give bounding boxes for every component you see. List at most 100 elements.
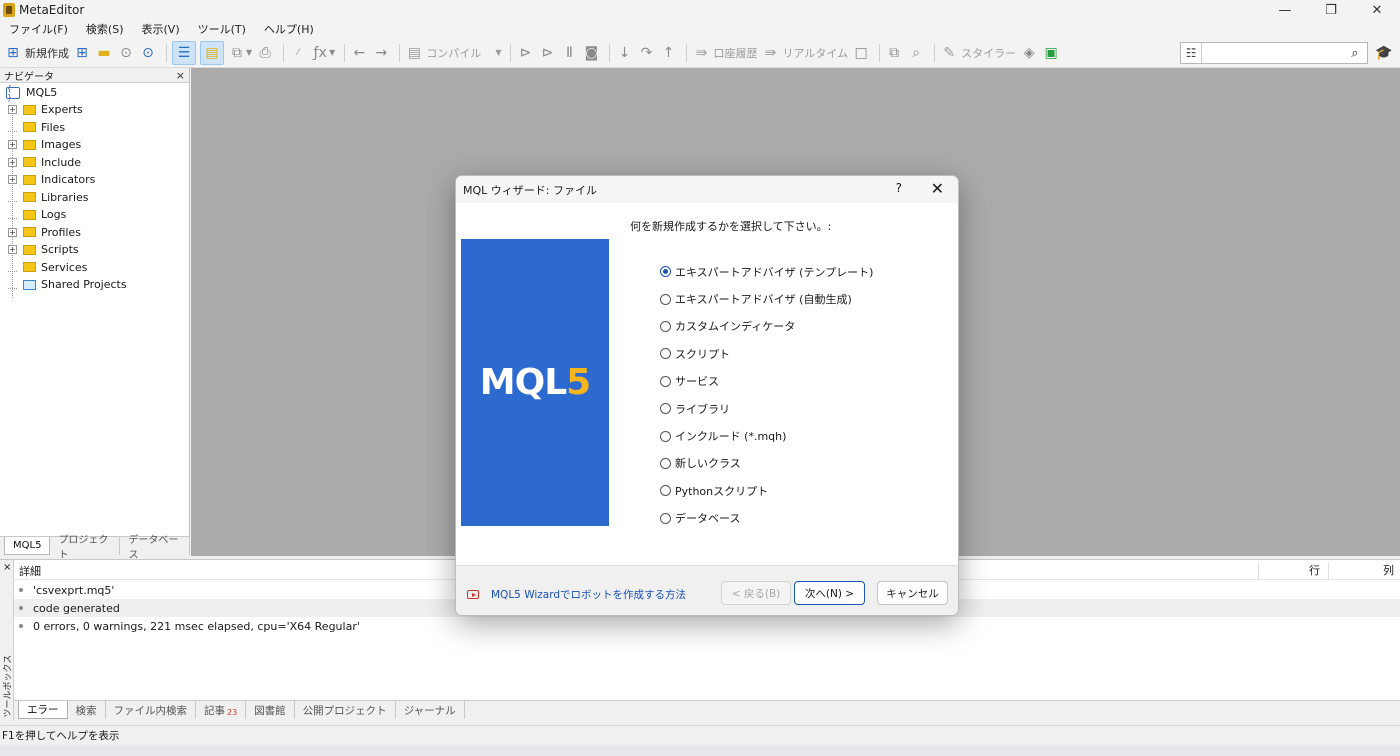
stop-button[interactable]: ◙ (582, 41, 600, 65)
insert-function-button[interactable]: ƒx ▼ (311, 41, 336, 65)
radio-button[interactable] (660, 320, 671, 332)
close-toolbox-button[interactable]: × (3, 562, 11, 573)
next-button[interactable]: 次へ(N) > (794, 581, 865, 605)
expand-icon[interactable]: + (8, 245, 17, 255)
tab-database[interactable]: データベース (120, 535, 190, 561)
tree-item-services[interactable]: Services (0, 259, 189, 277)
tree-item-images[interactable]: + Images (0, 136, 189, 154)
community-button[interactable]: 🎓 (1374, 43, 1394, 63)
radio-button[interactable] (660, 430, 671, 442)
search-icon[interactable]: ⌕ (1351, 46, 1367, 61)
toggle-toolbox-button[interactable]: ▤ (200, 40, 224, 65)
radio-button[interactable] (660, 293, 671, 305)
wizard-option[interactable]: カスタムインディケータ (660, 313, 873, 340)
save-button[interactable]: ⊙ (117, 41, 135, 65)
close-dialog-button[interactable]: ✕ (931, 179, 944, 198)
compare-button[interactable]: ⧉ (885, 41, 903, 65)
tab-public-projects[interactable]: 公開プロジェクト (295, 701, 396, 719)
menu-view[interactable]: 表示(V) (133, 21, 189, 37)
wizard-option[interactable]: エキスパートアドバイザ (テンプレート) (660, 258, 873, 285)
wizard-option[interactable]: データベース (660, 505, 873, 532)
pause-button[interactable]: Ⅱ (560, 41, 578, 65)
menu-help[interactable]: ヘルプ(H) (255, 21, 323, 37)
start-history-debug-button[interactable]: ⊳ (538, 41, 556, 65)
tab-search[interactable]: 検索 (68, 701, 106, 719)
tab-journal[interactable]: ジャーナル (396, 701, 465, 719)
styler-button[interactable]: ✎ スタイラー (940, 41, 1016, 65)
account-history-button[interactable]: ⇛ 口座履歴 (692, 41, 758, 65)
expand-icon[interactable]: + (8, 140, 17, 150)
wizard-option[interactable]: Pythonスクリプト (660, 477, 873, 504)
tab-search-in-files[interactable]: ファイル内検索 (106, 701, 196, 719)
restore-button[interactable]: ❐ (1308, 0, 1354, 20)
wizard-option[interactable]: 新しいクラス (660, 450, 873, 477)
insert-variable-button[interactable]: ⁄ (289, 41, 307, 65)
close-window-button[interactable]: ✕ (1354, 0, 1400, 20)
step-into-button[interactable]: ↓ (615, 41, 633, 65)
tree-item-libraries[interactable]: Libraries (0, 189, 189, 207)
filter-icon[interactable]: ☷ (1181, 43, 1203, 63)
tree-item-shared-projects[interactable]: Shared Projects (0, 276, 189, 294)
expand-icon[interactable]: + (8, 175, 17, 185)
tree-item-include[interactable]: + Include (0, 154, 189, 172)
new-file-button[interactable]: ⊞ 新規作成 (4, 41, 69, 65)
start-debug-button[interactable]: ⊳ (516, 41, 534, 65)
wizard-option[interactable]: サービス (660, 368, 873, 395)
radio-button[interactable] (660, 512, 671, 524)
tab-project[interactable]: プロジェクト (50, 535, 121, 561)
new-project-button[interactable]: ⊞ (73, 41, 91, 65)
print-button[interactable]: ⎙ (256, 41, 274, 65)
radio-button[interactable] (660, 403, 671, 415)
terminal-button[interactable]: ▣ (1042, 41, 1060, 65)
expand-icon[interactable]: + (8, 157, 17, 167)
tree-item-logs[interactable]: Logs (0, 206, 189, 224)
column-col[interactable]: 列 (1328, 561, 1400, 580)
tab-errors[interactable]: エラー (18, 701, 68, 719)
tab-library[interactable]: 図書館 (246, 701, 295, 719)
log-row[interactable]: 0 errors, 0 warnings, 221 msec elapsed, … (14, 617, 1400, 635)
back-button[interactable]: ← (350, 41, 368, 65)
step-out-button[interactable]: ↑ (659, 41, 677, 65)
compile-button[interactable]: ▤ コンパイル ▼ (405, 41, 502, 65)
wizard-help-link[interactable]: MQL5 Wizardでロボットを作成する方法 (467, 587, 686, 602)
radio-button[interactable] (660, 348, 671, 360)
git-button[interactable]: ◈ (1020, 41, 1038, 65)
menu-search[interactable]: 検索(S) (77, 21, 133, 37)
cancel-button[interactable]: キャンセル (877, 581, 948, 605)
forward-button[interactable]: → (372, 41, 390, 65)
help-button[interactable]: ? (896, 181, 902, 195)
wizard-option[interactable]: スクリプト (660, 340, 873, 367)
radio-button[interactable] (660, 375, 671, 387)
tree-item-profiles[interactable]: + Profiles (0, 224, 189, 242)
expand-icon[interactable]: + (8, 105, 17, 115)
tab-articles[interactable]: 記事 23 (196, 701, 247, 719)
tree-item-scripts[interactable]: + Scripts (0, 241, 189, 259)
tree-item-experts[interactable]: + Experts (0, 101, 189, 119)
menu-tools[interactable]: ツール(T) (189, 21, 255, 37)
wizard-option[interactable]: インクルード (*.mqh) (660, 422, 873, 449)
tree-item-indicators[interactable]: + Indicators (0, 171, 189, 189)
tree-root-mql5[interactable]: { } MQL5 (0, 84, 189, 102)
radio-button[interactable] (660, 485, 671, 497)
stop-profiling-button[interactable]: □ (852, 41, 870, 65)
search-input[interactable] (1202, 46, 1352, 60)
close-navigator-button[interactable]: × (176, 69, 185, 82)
save-all-button[interactable]: ⊙ (139, 41, 157, 65)
tree-item-files[interactable]: Files (0, 119, 189, 137)
expand-icon[interactable]: + (8, 227, 17, 237)
column-line[interactable]: 行 (1258, 561, 1328, 580)
step-over-button[interactable]: ↷ (637, 41, 655, 65)
back-button[interactable]: < 戻る(B) (721, 581, 791, 605)
menu-file[interactable]: ファイル(F) (0, 21, 77, 37)
toggle-navigator-button[interactable]: ☰ (172, 40, 196, 65)
minimize-button[interactable]: — (1262, 0, 1308, 20)
radio-button[interactable] (660, 266, 671, 278)
realtime-button[interactable]: ⇛ リアルタイム (761, 41, 849, 65)
tab-mql5[interactable]: MQL5 (4, 537, 51, 555)
wizard-option[interactable]: ライブラリ (660, 395, 873, 422)
copy-button[interactable]: ⧉ ▼ (228, 41, 252, 65)
wizard-option[interactable]: エキスパートアドバイザ (自動生成) (660, 285, 873, 312)
open-button[interactable]: ▬ (95, 41, 113, 65)
find-button[interactable]: ⌕ (907, 41, 925, 65)
radio-button[interactable] (660, 457, 671, 469)
